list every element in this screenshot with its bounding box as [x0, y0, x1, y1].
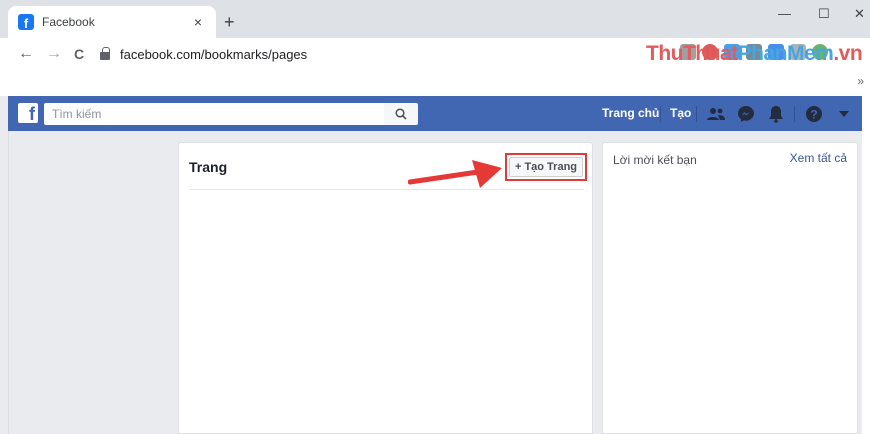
- tab-close-icon[interactable]: ×: [190, 14, 206, 30]
- watermark: ThuThuatPhanMem.vn: [646, 42, 863, 66]
- create-page-highlight: + Tạo Trang: [505, 153, 587, 181]
- search-icon: [395, 108, 407, 120]
- create-link[interactable]: Tạo: [670, 106, 691, 120]
- facebook-favicon-icon: f: [18, 14, 34, 30]
- friend-requests-card: Lời mời kết bạn Xem tất cả: [602, 142, 858, 434]
- svg-text:?: ?: [810, 108, 817, 122]
- address-bar[interactable]: facebook.com/bookmarks/pages: [100, 42, 660, 66]
- url-text: facebook.com/bookmarks/pages: [120, 46, 308, 62]
- left-sidebar: [8, 131, 178, 434]
- account-menu-chevron-icon[interactable]: [834, 104, 854, 124]
- notifications-bell-icon[interactable]: [766, 104, 786, 124]
- minimize-button[interactable]: —: [778, 6, 791, 21]
- bookmarks-bar: »: [0, 70, 870, 96]
- close-window-button[interactable]: ✕: [854, 6, 865, 22]
- home-link[interactable]: Trang chủ: [602, 106, 659, 120]
- maximize-button[interactable]: ☐: [818, 6, 830, 22]
- pages-card: Trang + Tạo Trang: [178, 142, 593, 434]
- facebook-logo-icon[interactable]: f: [18, 103, 38, 123]
- watermark-part: .vn: [833, 42, 863, 65]
- nav-divider: [794, 106, 795, 122]
- red-arrow-annotation: [408, 160, 502, 188]
- nav-divider: [696, 106, 697, 122]
- friend-requests-icon[interactable]: [706, 104, 726, 124]
- back-button[interactable]: ←: [18, 44, 34, 64]
- search-button[interactable]: [384, 103, 418, 125]
- reload-button[interactable]: C: [74, 44, 84, 64]
- pages-title: Trang: [189, 159, 228, 175]
- forward-button[interactable]: →: [46, 44, 62, 64]
- see-all-link[interactable]: Xem tất cả: [790, 151, 847, 165]
- friend-requests-title: Lời mời kết bạn: [613, 153, 697, 167]
- browser-tab-strip: f Facebook × + — ☐ ✕: [0, 0, 870, 38]
- create-page-button[interactable]: + Tạo Trang: [509, 157, 583, 177]
- search-input[interactable]: [44, 103, 384, 125]
- tab-title: Facebook: [42, 15, 95, 29]
- watermark-part: PhanMem: [737, 42, 834, 65]
- help-icon[interactable]: ?: [804, 104, 824, 124]
- right-edge: [862, 96, 870, 434]
- nav-divider: [660, 106, 661, 122]
- messenger-icon[interactable]: [736, 104, 756, 124]
- watermark-part: ThuThuat: [646, 42, 738, 65]
- divider: [189, 189, 584, 190]
- more-bookmarks-icon[interactable]: »: [857, 74, 864, 88]
- lock-icon: [100, 47, 110, 60]
- facebook-header: f Trang chủ Tạo ?: [8, 96, 862, 131]
- browser-tab[interactable]: f Facebook ×: [8, 6, 216, 38]
- new-tab-button[interactable]: +: [224, 13, 235, 31]
